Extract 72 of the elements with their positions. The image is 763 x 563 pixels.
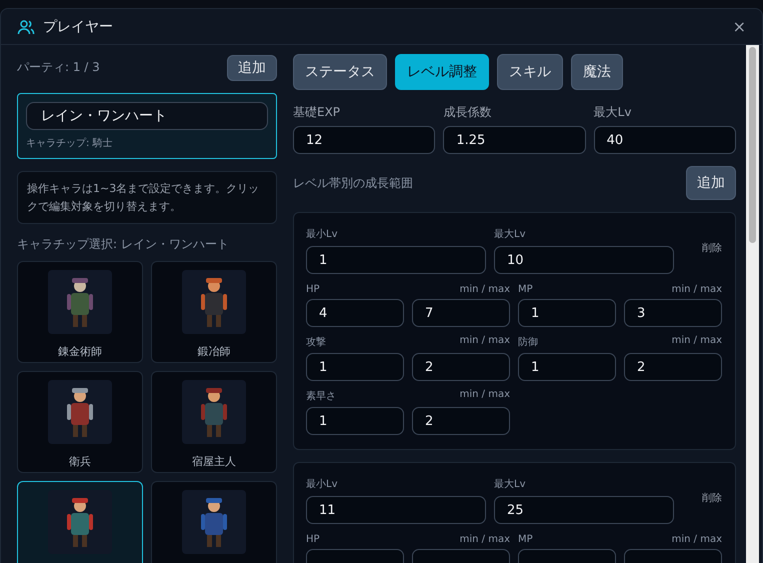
input-field[interactable]: 1 — [306, 246, 486, 274]
stat-label: 防御 — [518, 336, 538, 349]
close-button[interactable]: × — [730, 17, 748, 36]
input-field[interactable]: 4 — [306, 299, 404, 327]
info-note: 操作キャラは1~3名まで設定できます。クリックで編集対象を切り替えます。 — [17, 171, 277, 224]
character-card[interactable]: 錬金術師 — [17, 261, 143, 364]
character-name: 宿屋主人 — [192, 454, 236, 470]
add-button[interactable]: 追加 — [227, 54, 277, 80]
input-field[interactable]: 11 — [306, 496, 486, 524]
section-label: レベル帯別の成長範囲 — [293, 174, 413, 192]
tab[interactable]: スキル — [497, 54, 563, 90]
input-field[interactable]: 2 — [624, 353, 722, 381]
input-field[interactable]: 1.25 — [443, 126, 586, 154]
range-hint: min / max — [672, 335, 722, 348]
chip-label: キャラチップ: 騎士 — [26, 136, 114, 150]
input-field[interactable]: 40 — [594, 126, 736, 154]
input-field[interactable]: 25 — [494, 496, 674, 524]
range-hint: min / max — [460, 335, 510, 348]
range-hint: min / max — [460, 534, 510, 545]
input-field[interactable]: 3 — [624, 299, 722, 327]
stat-label: MP — [518, 284, 533, 295]
input-field[interactable]: 2 — [412, 407, 510, 435]
field-label: 成長係数 — [443, 104, 492, 121]
character-name: 衛兵 — [69, 454, 91, 470]
character-card[interactable] — [17, 481, 143, 563]
tab[interactable]: ステータス — [293, 54, 387, 90]
input-field[interactable]: 1 — [306, 407, 404, 435]
input-field[interactable]: 2 — [412, 353, 510, 381]
field-label: 最大Lv — [494, 478, 526, 491]
character-sprite-drawing — [48, 490, 112, 554]
field-label: 最大Lv — [494, 228, 526, 241]
character-sprite-drawing — [182, 270, 246, 334]
character-name: 錬金術師 — [58, 344, 102, 360]
character-sprite-drawing — [182, 380, 246, 444]
character-card[interactable]: 鍛冶師 — [151, 261, 277, 364]
input-field[interactable]: 7 — [412, 299, 510, 327]
input-field[interactable]: 1 — [306, 353, 404, 381]
character-name: 鍛冶師 — [198, 344, 230, 360]
range-hint: min / max — [460, 389, 510, 402]
input-field[interactable]: 1 — [518, 353, 616, 381]
input-field[interactable]: 12 — [293, 126, 436, 154]
field-label: 最大Lv — [594, 104, 632, 121]
range-hint: min / max — [460, 284, 510, 295]
stat-label: HP — [306, 284, 320, 295]
delete-button[interactable]: 削除 — [702, 491, 722, 505]
users-icon — [17, 18, 35, 34]
stat-label: 攻撃 — [306, 336, 326, 349]
name-field[interactable]: レイン・ワンハート — [26, 102, 268, 130]
field-label: 最小Lv — [306, 478, 338, 491]
window-title: プレイヤー — [43, 18, 113, 36]
character-sprite-drawing — [182, 490, 246, 554]
character-card[interactable]: 宿屋主人 — [151, 371, 277, 474]
character-sprite-drawing — [48, 380, 112, 444]
character-sprite-drawing — [48, 270, 112, 334]
stat-label: MP — [518, 534, 533, 545]
range-hint: min / max — [672, 534, 722, 545]
party-member-card[interactable]: レイン・ワンハート キャラチップ: 騎士 — [17, 93, 277, 159]
stat-label: HP — [306, 534, 320, 545]
tab[interactable]: レベル調整 — [395, 54, 489, 90]
stat-label: 素早さ — [306, 390, 336, 403]
chip-select-label: キャラチップ選択: レイン・ワンハート — [17, 236, 230, 254]
range-hint: min / max — [672, 284, 722, 295]
field-label: 基礎EXP — [293, 104, 342, 121]
delete-button[interactable]: 削除 — [702, 241, 722, 255]
party-count: パーティ: 1 / 3 — [17, 59, 100, 76]
input-field[interactable]: 1 — [518, 299, 616, 327]
field-label: 最小Lv — [306, 228, 338, 241]
tab[interactable]: 魔法 — [571, 54, 623, 90]
character-card[interactable]: 衛兵 — [17, 371, 143, 474]
add-button[interactable]: 追加 — [686, 166, 736, 200]
input-field[interactable]: 10 — [494, 246, 674, 274]
scrollbar[interactable] — [746, 45, 759, 563]
